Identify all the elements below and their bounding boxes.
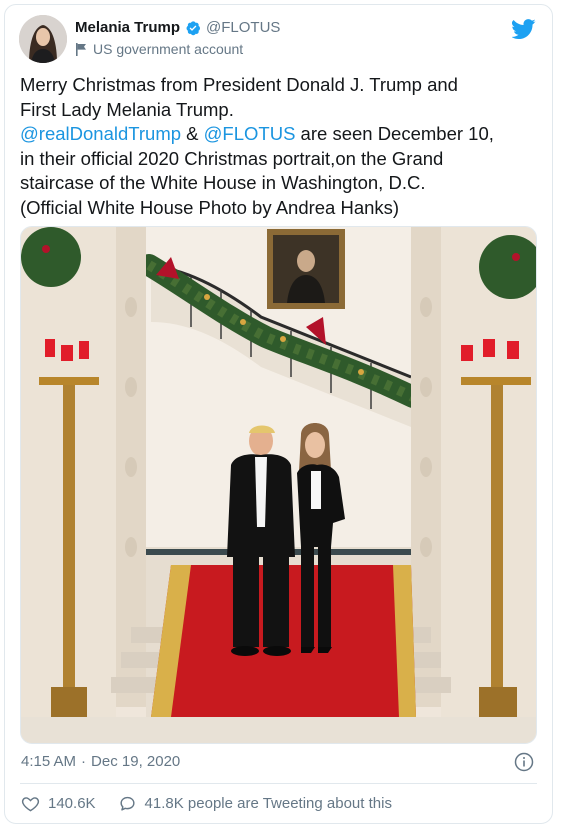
like-count: 140.6K <box>48 795 96 812</box>
tweet-text-segment: First Lady Melania Trump. <box>20 98 234 120</box>
tweet-text-segment: (Official White House Photo by Andrea Ha… <box>20 196 400 218</box>
tweet-text-segment: are seen December 10, <box>295 123 494 145</box>
timestamp-separator: · <box>81 753 87 770</box>
info-icon[interactable] <box>514 752 534 772</box>
mention-link[interactable]: @realDonaldTrump <box>20 123 181 144</box>
government-account-label: US government account <box>75 41 243 57</box>
tweet-line: @realDonaldTrump & @FLOTUS are seen Dece… <box>20 122 540 147</box>
divider <box>20 783 537 784</box>
tweet-text: Merry Christmas from President Donald J.… <box>20 73 540 221</box>
conversation-count-label: 41.8K people are Tweeting about this <box>144 795 392 812</box>
account-label: US government account <box>93 41 244 57</box>
tweet-line: (Official White House Photo by Andrea Ha… <box>20 196 540 221</box>
avatar[interactable] <box>19 15 67 63</box>
tweet-date[interactable]: Dec 19, 2020 <box>91 753 180 770</box>
tweet-timestamp[interactable]: 4:15 AM · Dec 19, 2020 <box>21 753 180 770</box>
tweet-text-segment: staircase of the White House in Washingt… <box>20 172 426 194</box>
tweet-text-segment: & <box>181 123 204 145</box>
tweet-text-segment: in their official 2020 Christmas portrai… <box>20 147 444 169</box>
conversation-button[interactable]: 41.8K people are Tweeting about this <box>118 794 392 813</box>
tweet-photo[interactable] <box>20 226 537 744</box>
tweet-line: First Lady Melania Trump. <box>20 98 540 123</box>
heart-icon <box>21 797 40 812</box>
like-button[interactable]: 140.6K <box>21 794 96 813</box>
tweet-line: in their official 2020 Christmas portrai… <box>20 147 540 172</box>
verified-badge-icon <box>186 20 201 35</box>
flag-icon <box>76 42 86 56</box>
speech-bubble-icon <box>120 796 135 811</box>
mention-link[interactable]: @FLOTUS <box>204 123 296 144</box>
tweet-line: staircase of the White House in Washingt… <box>20 171 540 196</box>
tweet-actions: 140.6K 41.8K people are Tweeting about t… <box>21 794 414 813</box>
tweet-time[interactable]: 4:15 AM <box>21 753 76 770</box>
author-name-row[interactable]: Melania Trump @FLOTUS <box>75 19 280 36</box>
handle[interactable]: @FLOTUS <box>206 19 280 36</box>
tweet-line: Merry Christmas from President Donald J.… <box>20 73 540 98</box>
tweet-card: Melania Trump @FLOTUS US government acco… <box>4 4 553 824</box>
twitter-bird-icon[interactable] <box>512 19 536 39</box>
display-name[interactable]: Melania Trump <box>75 19 180 36</box>
tweet-text-segment: Merry Christmas from President Donald J.… <box>20 74 458 95</box>
